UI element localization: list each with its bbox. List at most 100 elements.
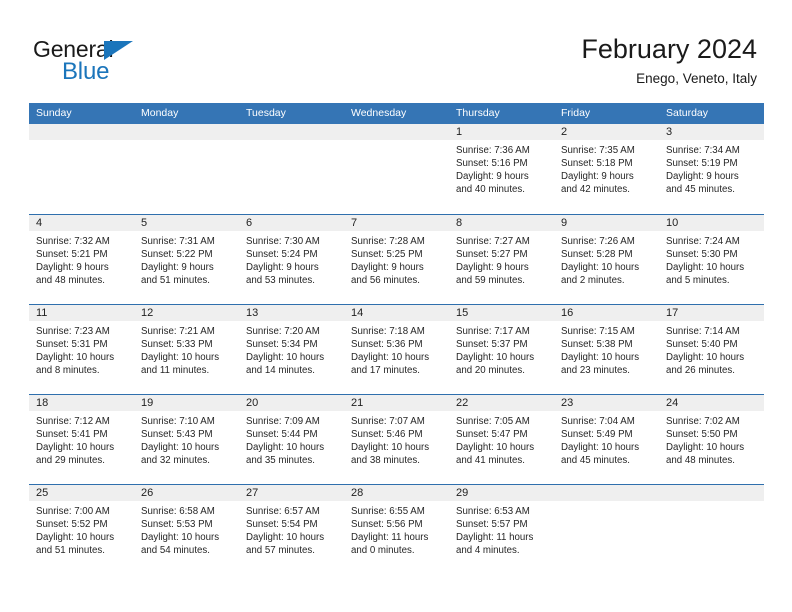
day-cell[interactable]: 18 Sunrise: 7:12 AM Sunset: 5:41 PM Dayligh… [29,395,134,484]
sunrise-text: Sunrise: 6:53 AM [456,506,530,517]
sunset-text: Sunset: 5:30 PM [666,248,738,260]
sunrise-text: Sunrise: 6:55 AM [351,506,425,517]
day-sun-info: Sunrise: 7:21 AM Sunset: 5:33 PM Daylight:… [134,321,239,378]
day-number: 16 [554,305,659,321]
sunset-text: Sunset: 5:34 PM [246,338,318,350]
daylight-text-line2: and 48 minutes. [36,274,105,286]
daylight-text-line2: and 14 minutes. [246,364,315,376]
day-sun-info: Sunrise: 7:09 AM Sunset: 5:44 PM Daylight:… [239,411,344,468]
sunset-text: Sunset: 5:28 PM [561,248,633,260]
brand-logo[interactable]: General Blue [33,38,233,86]
day-cell[interactable]: 9 Sunrise: 7:26 AM Sunset: 5:28 PM Daylight… [554,215,659,304]
daylight-text-line1: Daylight: 10 hours [561,261,640,273]
day-number: 22 [449,395,554,411]
day-cell[interactable]: 21 Sunrise: 7:07 AM Sunset: 5:46 PM Dayligh… [344,395,449,484]
day-number: 6 [239,215,344,231]
sunset-text: Sunset: 5:21 PM [36,248,108,260]
weekday-header-monday: Monday [141,107,179,119]
day-number: 7 [344,215,449,231]
day-cell[interactable]: 16 Sunrise: 7:15 AM Sunset: 5:38 PM Dayligh… [554,305,659,394]
day-sun-info: Sunrise: 7:18 AM Sunset: 5:36 PM Daylight:… [344,321,449,378]
day-cell[interactable]: 27 Sunrise: 6:57 AM Sunset: 5:54 PM Dayligh… [239,485,344,574]
sunrise-text: Sunrise: 7:35 AM [561,145,635,156]
day-sun-info: Sunrise: 7:34 AM Sunset: 5:19 PM Daylight:… [659,140,764,197]
calendar-body: 1 Sunrise: 7:36 AM Sunset: 5:16 PM Daylight… [29,124,764,574]
day-cell[interactable]: 2 Sunrise: 7:35 AM Sunset: 5:18 PM Daylight… [554,124,659,214]
day-cell[interactable]: 10 Sunrise: 7:24 AM Sunset: 5:30 PM Dayligh… [659,215,764,304]
day-cell[interactable]: 5 Sunrise: 7:31 AM Sunset: 5:22 PM Daylight… [134,215,239,304]
daylight-text-line1: Daylight: 10 hours [141,441,220,453]
sunrise-text: Sunrise: 7:05 AM [456,416,530,427]
day-cell[interactable]: 29 Sunrise: 6:53 AM Sunset: 5:57 PM Dayligh… [449,485,554,574]
day-cell-empty [659,485,764,574]
day-number: 28 [344,485,449,501]
day-cell[interactable]: 12 Sunrise: 7:21 AM Sunset: 5:33 PM Dayligh… [134,305,239,394]
sunset-text: Sunset: 5:47 PM [456,428,528,440]
daylight-text-line2: and 38 minutes. [351,454,420,466]
daylight-text-line1: Daylight: 9 hours [36,261,109,273]
daylight-text-line1: Daylight: 9 hours [666,170,739,182]
sunset-text: Sunset: 5:40 PM [666,338,738,350]
daylight-text-line2: and 35 minutes. [246,454,315,466]
sunrise-text: Sunrise: 7:24 AM [666,236,740,247]
day-sun-info: Sunrise: 6:57 AM Sunset: 5:54 PM Daylight:… [239,501,344,558]
page-header: General Blue February 2024 Enego, Veneto… [0,0,792,103]
day-sun-info: Sunrise: 7:00 AM Sunset: 5:52 PM Daylight:… [29,501,134,558]
day-cell[interactable]: 26 Sunrise: 6:58 AM Sunset: 5:53 PM Dayligh… [134,485,239,574]
sunset-text: Sunset: 5:31 PM [36,338,108,350]
weekday-header-friday: Friday [561,107,591,119]
daylight-text-line2: and 23 minutes. [561,364,630,376]
daylight-text-line2: and 17 minutes. [351,364,420,376]
day-number: 27 [239,485,344,501]
daylight-text-line1: Daylight: 10 hours [246,351,325,363]
day-cell[interactable]: 15 Sunrise: 7:17 AM Sunset: 5:37 PM Dayligh… [449,305,554,394]
brand-name-blue: Blue [62,58,110,85]
daylight-text-line1: Daylight: 10 hours [561,351,640,363]
sunset-text: Sunset: 5:27 PM [456,248,528,260]
day-cell[interactable]: 1 Sunrise: 7:36 AM Sunset: 5:16 PM Daylight… [449,124,554,214]
day-cell[interactable]: 6 Sunrise: 7:30 AM Sunset: 5:24 PM Daylight… [239,215,344,304]
day-sun-info: Sunrise: 6:58 AM Sunset: 5:53 PM Daylight:… [134,501,239,558]
sunrise-text: Sunrise: 7:31 AM [141,236,215,247]
day-cell[interactable]: 20 Sunrise: 7:09 AM Sunset: 5:44 PM Dayligh… [239,395,344,484]
day-cell[interactable]: 25 Sunrise: 7:00 AM Sunset: 5:52 PM Dayligh… [29,485,134,574]
day-number: 18 [29,395,134,411]
day-cell[interactable]: 24 Sunrise: 7:02 AM Sunset: 5:50 PM Dayligh… [659,395,764,484]
day-cell[interactable]: 13 Sunrise: 7:20 AM Sunset: 5:34 PM Dayligh… [239,305,344,394]
day-cell[interactable]: 14 Sunrise: 7:18 AM Sunset: 5:36 PM Dayligh… [344,305,449,394]
sunset-text: Sunset: 5:37 PM [456,338,528,350]
day-cell[interactable]: 7 Sunrise: 7:28 AM Sunset: 5:25 PM Daylight… [344,215,449,304]
calendar-week-row: 25 Sunrise: 7:00 AM Sunset: 5:52 PM Dayligh… [29,484,764,574]
day-sun-info: Sunrise: 7:32 AM Sunset: 5:21 PM Daylight:… [29,231,134,288]
day-cell[interactable]: 23 Sunrise: 7:04 AM Sunset: 5:49 PM Dayligh… [554,395,659,484]
sunset-text: Sunset: 5:57 PM [456,518,528,530]
day-cell[interactable]: 19 Sunrise: 7:10 AM Sunset: 5:43 PM Dayligh… [134,395,239,484]
sunrise-text: Sunrise: 7:12 AM [36,416,110,427]
day-sun-info: Sunrise: 7:31 AM Sunset: 5:22 PM Daylight:… [134,231,239,288]
daylight-text-line2: and 53 minutes. [246,274,315,286]
day-cell[interactable]: 22 Sunrise: 7:05 AM Sunset: 5:47 PM Dayligh… [449,395,554,484]
daylight-text-line1: Daylight: 9 hours [456,170,529,182]
daylight-text-line1: Daylight: 10 hours [141,531,220,543]
day-number: 21 [344,395,449,411]
sunset-text: Sunset: 5:52 PM [36,518,108,530]
day-sun-info: Sunrise: 7:15 AM Sunset: 5:38 PM Daylight:… [554,321,659,378]
sunrise-text: Sunrise: 7:30 AM [246,236,320,247]
day-cell[interactable]: 17 Sunrise: 7:14 AM Sunset: 5:40 PM Dayligh… [659,305,764,394]
sunset-text: Sunset: 5:44 PM [246,428,318,440]
day-cell[interactable]: 3 Sunrise: 7:34 AM Sunset: 5:19 PM Daylight… [659,124,764,214]
day-cell[interactable]: 4 Sunrise: 7:32 AM Sunset: 5:21 PM Daylight… [29,215,134,304]
day-sun-info: Sunrise: 7:28 AM Sunset: 5:25 PM Daylight:… [344,231,449,288]
sunrise-text: Sunrise: 7:23 AM [36,326,110,337]
calendar-week-row: 4 Sunrise: 7:32 AM Sunset: 5:21 PM Daylight… [29,214,764,304]
sunset-text: Sunset: 5:53 PM [141,518,213,530]
daylight-text-line2: and 40 minutes. [456,183,525,195]
day-cell[interactable]: 28 Sunrise: 6:55 AM Sunset: 5:56 PM Dayligh… [344,485,449,574]
day-sun-info: Sunrise: 7:14 AM Sunset: 5:40 PM Daylight:… [659,321,764,378]
day-cell[interactable]: 8 Sunrise: 7:27 AM Sunset: 5:27 PM Daylight… [449,215,554,304]
daylight-text-line1: Daylight: 10 hours [666,441,745,453]
sunset-text: Sunset: 5:54 PM [246,518,318,530]
calendar-page: General Blue February 2024 Enego, Veneto… [0,0,792,612]
day-cell[interactable]: 11 Sunrise: 7:23 AM Sunset: 5:31 PM Dayligh… [29,305,134,394]
sunset-text: Sunset: 5:33 PM [141,338,213,350]
